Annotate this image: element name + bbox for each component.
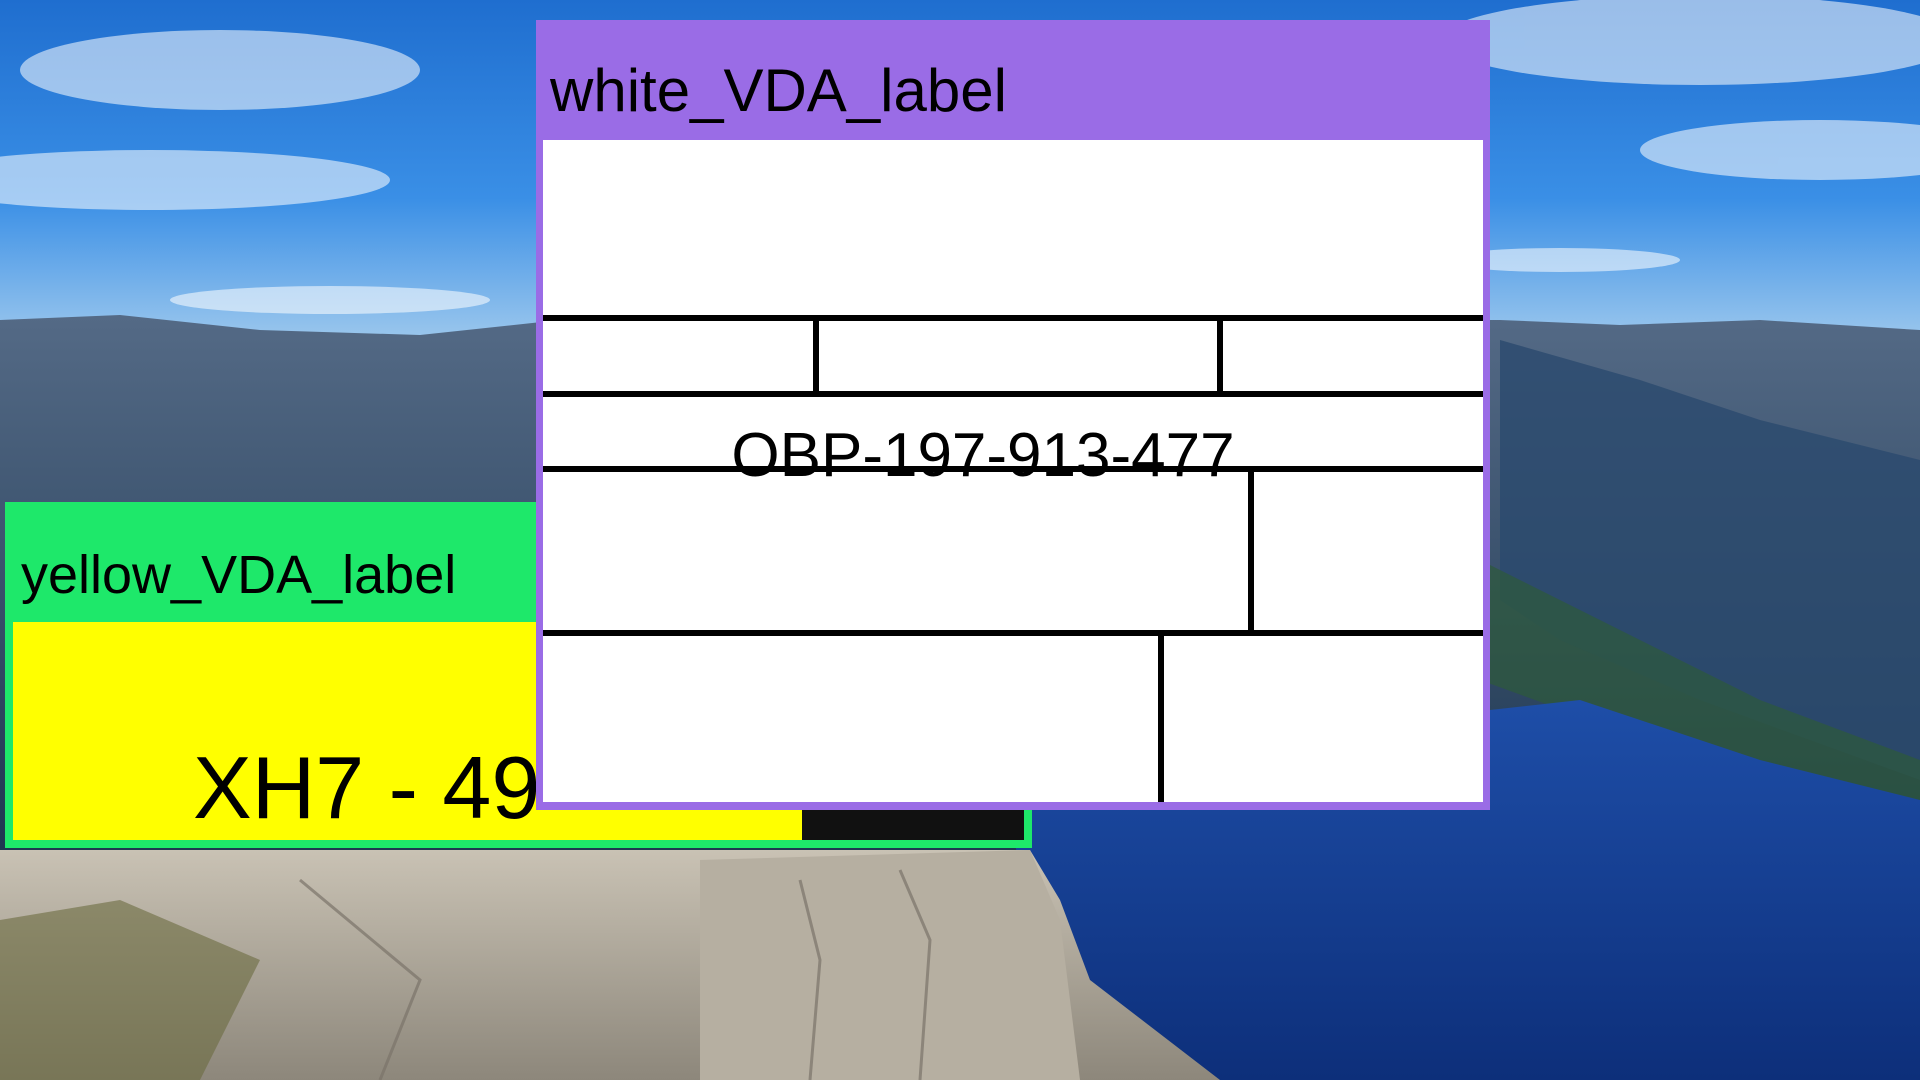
white-label-vdivider-2 [1217, 318, 1223, 393]
white-label-divider-2 [543, 391, 1483, 397]
yellow-label-title: yellow_VDA_label [21, 545, 457, 605]
cliff-face [700, 850, 1080, 1080]
white-label-divider-4 [543, 630, 1483, 636]
yellow-plate-text: XH7 - 49 [193, 738, 541, 837]
white-label-serial: OBP-197-913-477 [731, 421, 1235, 490]
white-label-vdivider-1 [813, 318, 819, 393]
scene: yellow_VDA_label XH7 - 49 white_VDA_labe… [0, 0, 1920, 1080]
white-label-vdivider-3 [1248, 469, 1254, 633]
white-label-title: white_VDA_label [550, 57, 1007, 124]
white-vda-label: white_VDA_label OBP-197-913-477 [536, 20, 1490, 810]
white-label-body: OBP-197-913-477 [543, 140, 1483, 802]
white-label-vdivider-4 [1158, 633, 1164, 802]
white-label-divider-1 [543, 315, 1483, 321]
white-label-divider-3 [543, 466, 1483, 472]
